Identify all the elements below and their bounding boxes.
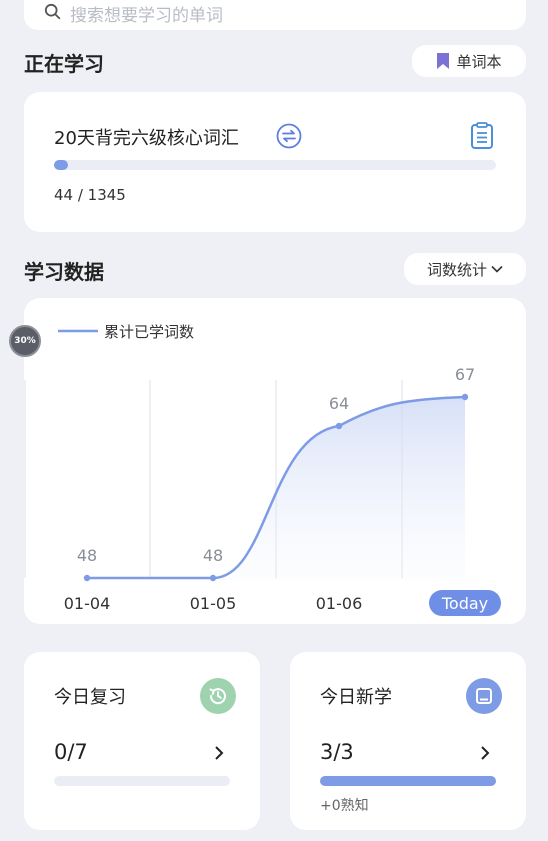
review-progress-bar xyxy=(54,776,230,786)
data-label: 48 xyxy=(77,546,97,565)
review-title: 今日复习 xyxy=(54,687,126,708)
stats-section-title: 学习数据 xyxy=(24,260,104,284)
data-point xyxy=(461,393,469,401)
data-point xyxy=(335,422,343,430)
wordbook-label: 单词本 xyxy=(456,52,502,71)
book-icon xyxy=(466,678,502,714)
clock-icon xyxy=(200,678,236,714)
book-progress-bar xyxy=(54,160,496,170)
book-title: 20天背完六级核心词汇 xyxy=(54,128,239,149)
new-words-progress-bar xyxy=(320,776,496,786)
new-words-card[interactable]: 今日新学 3/3 +0熟知 xyxy=(290,652,526,830)
percent-badge[interactable]: 30% xyxy=(9,325,41,357)
chevron-down-icon xyxy=(491,265,503,273)
book-progress-fill xyxy=(54,160,69,170)
chevron-right-icon[interactable] xyxy=(214,745,224,761)
x-tick-label: 01-05 xyxy=(190,594,237,613)
data-label: 64 xyxy=(329,394,349,413)
bookmark-icon xyxy=(437,53,450,69)
search-icon xyxy=(44,3,61,20)
wordbook-button[interactable]: 单词本 xyxy=(412,45,526,77)
new-words-title: 今日新学 xyxy=(320,687,392,708)
x-tick-label: 01-06 xyxy=(316,594,363,613)
switch-book-icon[interactable] xyxy=(276,123,302,149)
legend-label: 累计已学词数 xyxy=(104,323,194,341)
search-placeholder[interactable]: 搜索想要学习的单词 xyxy=(70,1,223,26)
studying-section-title: 正在学习 xyxy=(24,52,104,76)
new-words-progress-text: 3/3 xyxy=(320,740,354,764)
chart-card: 累计已学词数 48 01-04 48 01-05 64 01-06 67 Today xyxy=(24,298,526,624)
data-point xyxy=(83,574,91,582)
new-words-progress-fill xyxy=(320,776,496,786)
stats-dropdown[interactable]: 词数统计 xyxy=(404,253,526,285)
data-label: 48 xyxy=(203,546,223,565)
line-chart: 累计已学词数 48 01-04 48 01-05 64 01-06 67 Today xyxy=(24,323,501,616)
data-point xyxy=(209,574,217,582)
chevron-right-icon[interactable] xyxy=(480,745,490,761)
current-book-card[interactable]: 20天背完六级核心词汇 44 / 1345 xyxy=(24,92,526,232)
list-icon[interactable] xyxy=(470,122,494,150)
x-tick-label: Today xyxy=(441,594,488,613)
known-words-text: +0熟知 xyxy=(320,798,369,814)
book-progress-text: 44 / 1345 xyxy=(54,186,126,204)
review-progress-text: 0/7 xyxy=(54,740,88,764)
review-card[interactable]: 今日复习 0/7 xyxy=(24,652,260,830)
stats-dropdown-label: 词数统计 xyxy=(426,260,487,279)
data-label: 67 xyxy=(455,365,475,384)
x-tick-label: 01-04 xyxy=(64,594,111,613)
